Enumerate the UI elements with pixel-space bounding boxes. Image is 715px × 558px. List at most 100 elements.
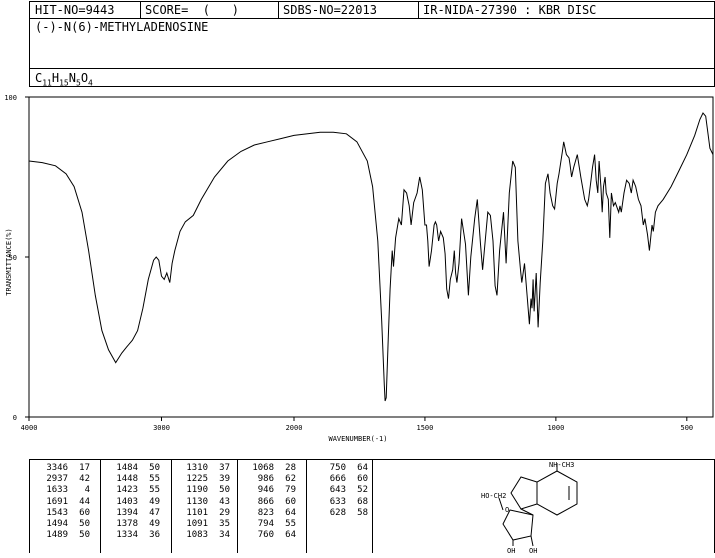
y-axis-label: TRANSMITTANCE(%) bbox=[5, 228, 13, 295]
hydroxymethyl-label: HO-CH2 bbox=[481, 492, 506, 500]
methylamino-label: NH-CH3 bbox=[549, 461, 574, 469]
peak-column: 1310 37 1225 39 1190 50 1130 43 1101 29 1091 35 1083… bbox=[178, 463, 230, 541]
peak-wavenumber: 794 bbox=[257, 518, 274, 529]
peak-transmittance: 50 bbox=[79, 518, 90, 529]
peak-column-divider bbox=[171, 460, 172, 553]
plot-frame bbox=[28, 96, 714, 418]
peak-wavenumber: 1225 bbox=[186, 474, 208, 485]
x-tick-label: 1000 bbox=[547, 424, 564, 432]
peak-wavenumber: 1083 bbox=[186, 530, 208, 541]
peak-column: 1484 50 1448 55 1423 55 1403 49 1394 47 1378 49 1334… bbox=[108, 463, 160, 541]
peak-wavenumber: 666 bbox=[329, 474, 346, 485]
spectrum-line bbox=[28, 112, 714, 402]
peak-row: 1378 49 bbox=[108, 519, 160, 530]
peak-row: 1448 55 bbox=[108, 474, 160, 485]
oh-bond-right bbox=[530, 535, 534, 547]
peak-row: 1130 43 bbox=[178, 497, 230, 508]
peak-row: 666 60 bbox=[316, 474, 368, 485]
peak-row: 1543 60 bbox=[38, 508, 90, 519]
x-axis-ticks: 4000 3000 2000 1500 1000 500 bbox=[21, 417, 693, 432]
peak-wavenumber: 633 bbox=[329, 496, 346, 507]
peak-row: 760 64 bbox=[244, 530, 296, 541]
peak-wavenumber: 1068 bbox=[252, 463, 274, 473]
imidazole-ring bbox=[510, 476, 538, 510]
peak-wavenumber: 2937 bbox=[46, 474, 68, 485]
peak-transmittance: 64 bbox=[285, 507, 296, 518]
peak-transmittance: 58 bbox=[357, 507, 368, 518]
peak-wavenumber: 823 bbox=[257, 507, 274, 518]
peak-transmittance: 64 bbox=[357, 463, 368, 473]
peak-wavenumber: 3346 bbox=[46, 463, 68, 473]
peak-transmittance: 49 bbox=[149, 496, 160, 507]
peak-row: 1190 50 bbox=[178, 485, 230, 496]
peak-transmittance: 64 bbox=[285, 530, 296, 541]
peak-wavenumber: 1543 bbox=[46, 507, 68, 518]
peak-row: 633 68 bbox=[316, 497, 368, 508]
peak-wavenumber: 1334 bbox=[116, 530, 138, 541]
peak-transmittance: 52 bbox=[357, 485, 368, 496]
peak-transmittance: 39 bbox=[219, 474, 230, 485]
peak-column-divider bbox=[306, 460, 307, 553]
ir-spectrum-chart: 4000 3000 2000 1500 1000 500 050100 WAVENUMBE… bbox=[4, 94, 714, 443]
peak-transmittance: 44 bbox=[79, 496, 90, 507]
peak-transmittance: 68 bbox=[357, 496, 368, 507]
peak-table: 3346 17 2937 42 1633 4 1691 44 1543 60 1494 50 1489 5… bbox=[29, 459, 373, 553]
peak-row: 1489 50 bbox=[38, 530, 90, 541]
peak-wavenumber: 946 bbox=[257, 485, 274, 496]
peak-column-divider bbox=[100, 460, 101, 553]
y-tick-label: 100 bbox=[4, 94, 17, 102]
peak-transmittance: 50 bbox=[149, 463, 160, 473]
peak-row: 628 58 bbox=[316, 508, 368, 519]
peak-transmittance: 43 bbox=[219, 496, 230, 507]
peak-row: 794 55 bbox=[244, 519, 296, 530]
peak-row: 1083 34 bbox=[178, 530, 230, 541]
peak-wavenumber: 760 bbox=[257, 530, 274, 541]
peak-wavenumber: 1091 bbox=[186, 518, 208, 529]
peak-column: 3346 17 2937 42 1633 4 1691 44 1543 60 1494 50 1489 5… bbox=[38, 463, 90, 541]
peak-row: 1101 29 bbox=[178, 508, 230, 519]
peak-row: 1403 49 bbox=[108, 497, 160, 508]
pyrimidine-ring bbox=[536, 470, 578, 516]
peak-wavenumber: 628 bbox=[329, 507, 346, 518]
peak-wavenumber: 1130 bbox=[186, 496, 208, 507]
peak-row: 1633 4 bbox=[38, 485, 90, 496]
ring-oxygen-label: O bbox=[505, 506, 509, 514]
peak-transmittance: 42 bbox=[79, 474, 90, 485]
peak-wavenumber: 1494 bbox=[46, 518, 68, 529]
peak-wavenumber: 986 bbox=[257, 474, 274, 485]
x-tick-label: 4000 bbox=[21, 424, 38, 432]
x-tick-label: 500 bbox=[680, 424, 693, 432]
peak-row: 1068 28 bbox=[244, 463, 296, 474]
x-tick-label: 3000 bbox=[153, 424, 170, 432]
peak-transmittance: 49 bbox=[149, 518, 160, 529]
peak-transmittance: 55 bbox=[285, 518, 296, 529]
peak-row: 1091 35 bbox=[178, 519, 230, 530]
peak-row: 1394 47 bbox=[108, 508, 160, 519]
peak-wavenumber: 1190 bbox=[186, 485, 208, 496]
peak-row: 1691 44 bbox=[38, 497, 90, 508]
peak-transmittance: 60 bbox=[285, 496, 296, 507]
peak-wavenumber: 1484 bbox=[116, 463, 138, 473]
peak-wavenumber: 1403 bbox=[116, 496, 138, 507]
peak-wavenumber: 643 bbox=[329, 485, 346, 496]
peak-wavenumber: 1691 bbox=[46, 496, 68, 507]
peak-transmittance: 34 bbox=[219, 530, 230, 541]
peak-column-divider bbox=[237, 460, 238, 553]
y-tick-label: 0 bbox=[13, 414, 17, 422]
peak-transmittance: 4 bbox=[84, 485, 90, 496]
x-axis-label: WAVENUMBER(-1) bbox=[328, 435, 387, 443]
peak-transmittance: 60 bbox=[79, 507, 90, 518]
peak-transmittance: 55 bbox=[149, 485, 160, 496]
peak-column: 750 64 666 60 643 52 633 68 628 58 bbox=[316, 463, 368, 519]
peak-row: 946 79 bbox=[244, 485, 296, 496]
peak-wavenumber: 1489 bbox=[46, 530, 68, 541]
peak-row: 1423 55 bbox=[108, 485, 160, 496]
peak-row: 1225 39 bbox=[178, 474, 230, 485]
peak-transmittance: 36 bbox=[149, 530, 160, 541]
peak-transmittance: 29 bbox=[219, 507, 230, 518]
peak-transmittance: 79 bbox=[285, 485, 296, 496]
peak-row: 3346 17 bbox=[38, 463, 90, 474]
peak-transmittance: 62 bbox=[285, 474, 296, 485]
peak-transmittance: 35 bbox=[219, 518, 230, 529]
peak-wavenumber: 1101 bbox=[186, 507, 208, 518]
